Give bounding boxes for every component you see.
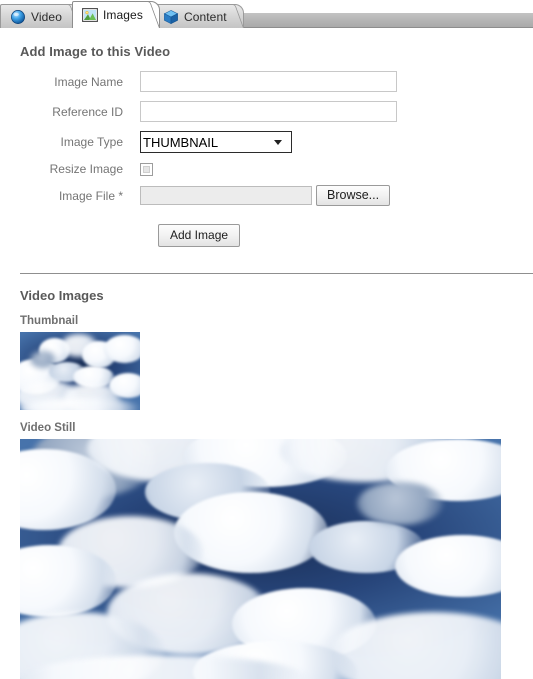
image-file-control: Browse... [140,185,391,206]
resize-image-checkbox[interactable] [140,162,153,176]
page-title: Add Image to this Video [20,44,171,59]
form-row-image-name: Image Name [0,71,533,92]
form-row-image-type: Image Type THUMBNAIL [0,131,533,153]
image-type-select-wrap: THUMBNAIL [140,131,292,153]
page-content: Add Image to this Video Image Name Refer… [0,44,533,679]
picture-icon [82,8,98,22]
form-row-image-file: Image File * Browse... [0,185,533,206]
form-row-resize-image: Resize Image [0,162,533,176]
tab-images[interactable]: Images [71,1,160,28]
tab-content[interactable]: Content [152,4,244,28]
image-type-label: Image Type [60,135,123,149]
tab-video[interactable]: Video [0,4,79,28]
image-file-path-field[interactable] [140,186,312,205]
image-name-input[interactable] [140,71,397,92]
reference-id-label: Reference ID [52,104,123,119]
video-still-caption: Video Still [20,422,76,434]
section-divider [20,273,533,274]
image-type-select[interactable]: THUMBNAIL [140,131,292,153]
image-file-label: Image File * [58,188,123,203]
video-still-image[interactable] [20,439,501,679]
tab-content-label: Content [183,9,227,24]
image-name-label: Image Name [54,74,123,89]
browse-button[interactable]: Browse... [316,185,391,206]
form-row-reference-id: Reference ID [0,101,533,122]
tab-bar: Video Images Content [0,0,533,28]
resize-image-label: Resize Image [49,162,123,176]
add-image-button[interactable]: Add Image [158,224,241,247]
blue-cube-icon [163,9,179,24]
reference-id-input[interactable] [140,101,397,122]
thumbnail-caption: Thumbnail [20,315,79,327]
thumbnail-image[interactable] [20,332,140,410]
video-images-heading: Video Images [20,288,104,303]
tab-images-label: Images [102,8,143,22]
tab-list: Video Images Content [0,1,244,28]
blue-sphere-icon [11,9,25,24]
add-image-form: Image Name Reference ID Image Type THUMB… [0,71,533,247]
tab-video-label: Video [31,9,62,24]
